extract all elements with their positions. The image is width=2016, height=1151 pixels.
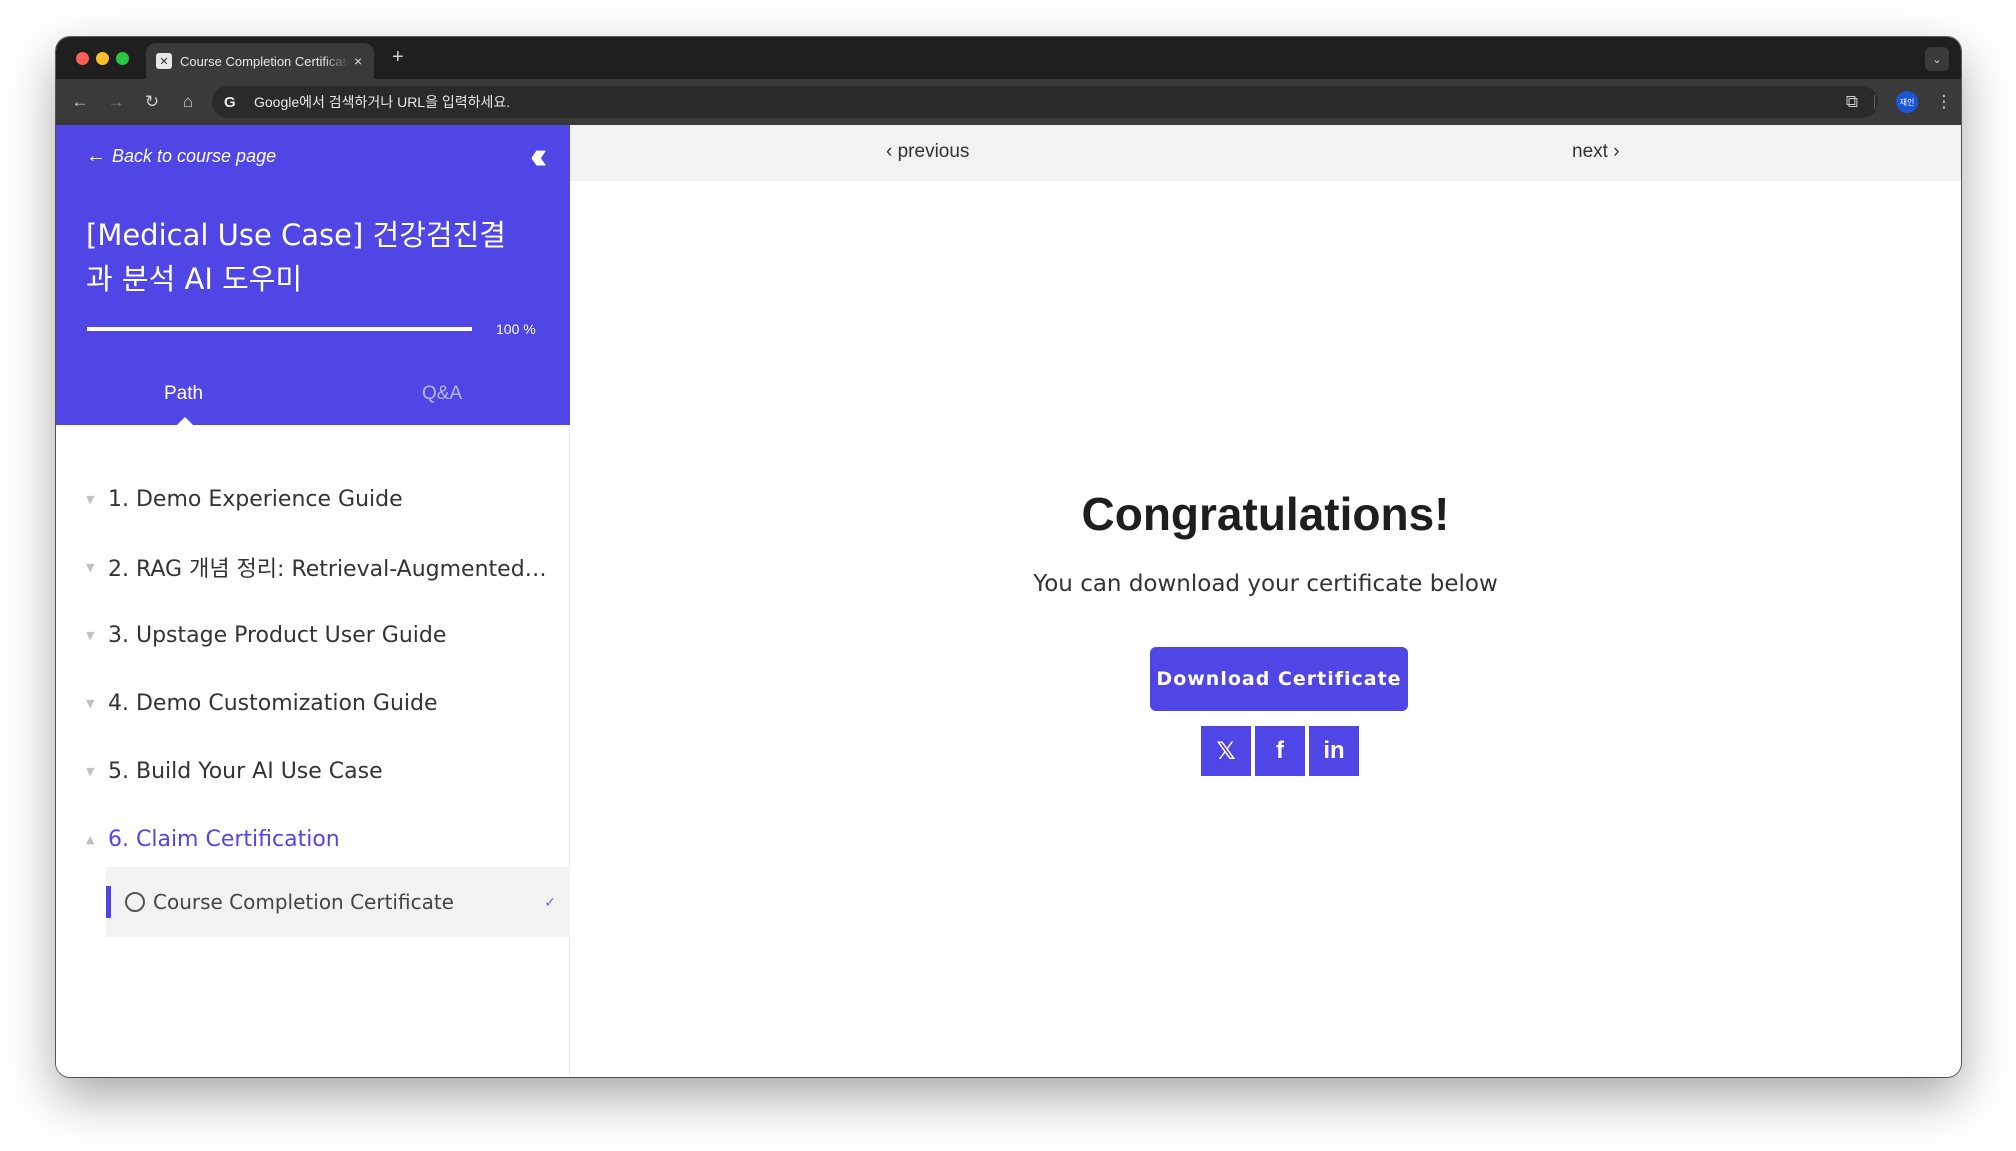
maximize-window-button[interactable] (116, 52, 129, 65)
module-item[interactable]: ▼ 5. Build Your AI Use Case (56, 737, 570, 805)
extensions-icon[interactable]: ⧉ (1840, 90, 1864, 114)
profile-avatar[interactable]: 재인 (1896, 91, 1918, 113)
module-item[interactable]: ▼ 4. Demo Customization Guide (56, 669, 570, 737)
lesson-navbar: ‹ previous next › (570, 125, 1961, 181)
module-label: 5. Build Your AI Use Case (108, 758, 383, 784)
lesson-label: Course Completion Certificate (153, 890, 454, 914)
progress-text: 100 % (496, 321, 536, 337)
progress-fill (87, 327, 472, 331)
module-item[interactable]: ▼ 1. Demo Experience Guide (56, 465, 570, 533)
active-lesson-marker (106, 886, 111, 918)
module-label: 2. RAG 개념 정리: Retrieval-Augmented Genera… (108, 557, 548, 582)
address-placeholder: Google에서 검색하거나 URL을 입력하세요. (254, 94, 511, 110)
chevron-down-icon: ▼ (86, 696, 95, 710)
browser-window: ✕ Course Completion Certificate × + ⌄ ← … (56, 37, 1961, 1077)
sidebar-header: ← Back to course page ‹‹ [Medical Use Ca… (56, 125, 570, 425)
module-label: 4. Demo Customization Guide (108, 690, 438, 716)
linkedin-icon[interactable]: in (1309, 726, 1359, 776)
previous-button[interactable]: ‹ previous (886, 141, 969, 163)
module-item[interactable]: ▼ 2. RAG 개념 정리: Retrieval-Augmented Gene… (56, 533, 570, 601)
minimize-window-button[interactable] (96, 52, 109, 65)
tab-title: Course Completion Certificate (180, 53, 348, 69)
collapse-sidebar-icon[interactable]: ‹‹ (530, 135, 548, 178)
next-button[interactable]: next › (1572, 141, 1620, 163)
menu-icon[interactable]: ⋮ (1932, 90, 1956, 114)
course-sidebar: ← Back to course page ‹‹ [Medical Use Ca… (56, 125, 570, 1077)
chevron-down-icon: ▼ (86, 492, 95, 506)
previous-label: previous (897, 141, 970, 162)
address-bar[interactable]: G Google에서 검색하거나 URL을 입력하세요. (212, 86, 1878, 118)
arrow-left-icon: ← (86, 145, 106, 167)
download-certificate-button[interactable]: Download Certificate (1150, 647, 1408, 711)
chevron-down-icon: ▼ (86, 764, 95, 778)
check-icon: ✓ (544, 893, 556, 910)
certificate-subtext: You can download your certificate below (1033, 571, 1498, 597)
module-label: 1. Demo Experience Guide (108, 486, 403, 512)
module-item-active[interactable]: ▲ 6. Claim Certification (56, 805, 570, 873)
module-label: 6. Claim Certification (108, 826, 340, 852)
module-item[interactable]: ▼ 3. Upstage Product User Guide (56, 601, 570, 669)
tab-qa[interactable]: Q&A (422, 383, 462, 405)
browser-tab[interactable]: ✕ Course Completion Certificate × (146, 43, 374, 79)
tab-path[interactable]: Path (164, 383, 203, 405)
facebook-icon[interactable]: f (1255, 726, 1305, 776)
forward-icon[interactable]: → (104, 90, 128, 114)
favicon-icon: ✕ (156, 53, 172, 69)
new-tab-button[interactable]: + (392, 46, 404, 69)
back-to-course-link[interactable]: ← Back to course page (86, 145, 276, 168)
page: ← Back to course page ‹‹ [Medical Use Ca… (56, 125, 1961, 1077)
back-link-label: Back to course page (112, 146, 277, 166)
tab-close-icon[interactable]: × (354, 53, 362, 69)
chevron-up-icon: ▲ (86, 832, 95, 846)
certificate-icon (125, 892, 145, 912)
congratulations-heading: Congratulations! (1081, 488, 1450, 540)
google-icon: G (224, 93, 236, 111)
toolbar-divider (1874, 95, 1875, 109)
home-icon[interactable]: ⌂ (176, 90, 200, 114)
progress-bar (87, 327, 472, 331)
main-content: ‹ previous next › Congratulations! You c… (570, 125, 1961, 1077)
chevron-right-icon: › (1607, 141, 1620, 162)
course-title: [Medical Use Case] 건강검진결과 분석 AI 도우미 (86, 218, 506, 296)
tab-search-icon[interactable]: ⌄ (1925, 47, 1949, 71)
tab-strip: ✕ Course Completion Certificate × + ⌄ (56, 37, 1961, 79)
chevron-down-icon: ▼ (86, 628, 95, 642)
chevron-left-icon: ‹ (886, 141, 898, 162)
module-label: 3. Upstage Product User Guide (108, 622, 447, 648)
browser-toolbar: ← → ↻ ⌂ G Google에서 검색하거나 URL을 입력하세요. ⧉ 재… (56, 79, 1961, 125)
reload-icon[interactable]: ↻ (140, 90, 164, 114)
next-label: next (1572, 141, 1608, 162)
close-window-button[interactable] (76, 52, 89, 65)
module-list: ▼ 1. Demo Experience Guide ▼ 2. RAG 개념 정… (56, 465, 570, 873)
lesson-item-active[interactable]: Course Completion Certificate ✓ (106, 867, 570, 937)
x-icon[interactable]: 𝕏 (1201, 726, 1251, 776)
back-icon[interactable]: ← (68, 90, 92, 114)
active-tab-indicator (177, 417, 193, 425)
chevron-down-icon: ▼ (86, 560, 95, 574)
